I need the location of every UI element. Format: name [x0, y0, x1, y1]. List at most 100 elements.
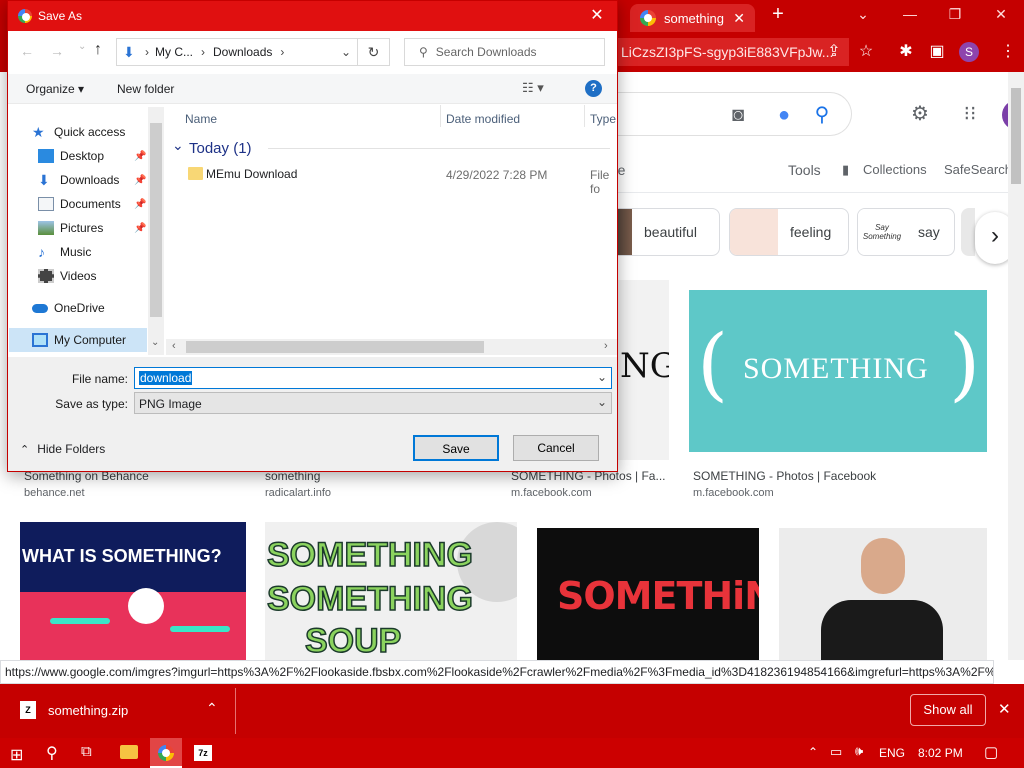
nav-quick-access[interactable]: ★ Quick access — [32, 121, 125, 143]
help-icon[interactable]: ? — [585, 80, 602, 97]
restore-button[interactable]: ❐ — [941, 6, 969, 26]
nav-pictures[interactable]: Pictures — [38, 217, 103, 239]
group-collapse-icon[interactable]: ⌄ — [172, 137, 184, 154]
nav-onedrive[interactable]: OneDrive — [32, 297, 105, 319]
result-image-5[interactable]: WHAT IS SOMETHING? — [20, 522, 246, 662]
tools-link[interactable]: Tools — [788, 162, 821, 178]
omnibox[interactable]: LiCzsZI3pFS-sgyp3iE883VFpJw... — [617, 38, 849, 66]
column-name[interactable]: Name — [185, 109, 217, 129]
collections-link[interactable]: Collections — [863, 162, 927, 177]
column-date-modified[interactable]: Date modified — [446, 109, 520, 129]
search-icon[interactable]: ⚲ — [810, 103, 834, 127]
pin-icon[interactable]: 📌 — [134, 223, 146, 234]
file-list-hscrollbar[interactable]: ‹ › — [166, 339, 617, 355]
group-header[interactable]: Today (1) — [189, 140, 252, 157]
tab-close-icon[interactable]: ✕ — [733, 10, 745, 27]
result-image-7[interactable]: SOMETHiNG — [537, 528, 759, 662]
minimize-button[interactable]: — — [896, 6, 924, 26]
pin-icon[interactable]: 📌 — [134, 199, 146, 210]
show-all-button[interactable]: Show all — [910, 694, 986, 726]
new-folder-button[interactable]: New folder — [117, 82, 174, 96]
tab-something[interactable]: something ✕ — [630, 4, 755, 32]
nav-scrollbar[interactable]: ⌄ — [148, 107, 164, 355]
extensions-icon[interactable]: ✱ — [894, 40, 918, 64]
history-chevron-icon[interactable]: ⌄ — [78, 41, 86, 52]
close-shelf-icon[interactable]: ✕ — [998, 700, 1011, 718]
scroll-right-icon[interactable]: › — [604, 340, 608, 352]
back-arrow-icon[interactable]: ← — [20, 43, 34, 59]
nav-documents[interactable]: Documents — [38, 193, 121, 215]
mic-icon[interactable]: ● — [772, 103, 796, 127]
dialog-close-icon[interactable]: ✕ — [585, 1, 609, 31]
new-tab-button[interactable]: + — [764, 3, 792, 25]
clock[interactable]: 8:02 PM — [918, 746, 963, 760]
column-type[interactable]: Type — [590, 109, 616, 129]
nav-desktop[interactable]: Desktop — [38, 145, 104, 167]
nav-downloads[interactable]: ⬇ Downloads — [38, 169, 119, 191]
result-caption[interactable]: SOMETHING - Photos | Facebook — [693, 469, 876, 483]
file-explorer-icon[interactable] — [120, 745, 138, 759]
result-image-4[interactable]: ( SOMETHING ) — [689, 290, 987, 452]
page-scrollbar-thumb[interactable] — [1011, 88, 1021, 184]
nav-my-computer[interactable]: My Computer — [32, 329, 126, 351]
organize-button[interactable]: Organize ▾ — [26, 82, 84, 96]
refresh-icon[interactable]: ↻ — [358, 38, 390, 66]
chrome-taskbar-item[interactable] — [150, 738, 182, 768]
breadcrumb-downloads[interactable]: Downloads — [213, 45, 272, 59]
7zip-icon[interactable]: 7z — [194, 745, 212, 761]
notifications-icon[interactable]: ▢ — [984, 743, 998, 761]
task-view-icon[interactable]: ⧉ — [81, 743, 92, 760]
scroll-left-icon[interactable]: ‹ — [172, 340, 176, 352]
chip-partial[interactable] — [961, 208, 975, 256]
cancel-button[interactable]: Cancel — [513, 435, 599, 461]
bookmark-star-icon[interactable]: ☆ — [854, 40, 878, 64]
windows-start-icon[interactable]: ⊞ — [10, 745, 23, 765]
file-row[interactable]: MEmu Download 4/29/2022 7:28 PM File fo — [176, 163, 617, 196]
menu-dots-icon[interactable]: ⋮ — [996, 40, 1020, 64]
profile-avatar[interactable]: S — [959, 42, 979, 62]
result-image-6[interactable]: SOMETHING SOMETHING SOUP — [265, 522, 517, 662]
address-dropdown-icon[interactable]: ⌄ — [341, 45, 351, 59]
file-name-input[interactable]: download ⌄ — [134, 367, 612, 389]
tray-chevron-icon[interactable]: ⌃ — [808, 745, 818, 759]
search-box[interactable]: ◙ ● ⚲ — [600, 92, 852, 136]
language-indicator[interactable]: ENG — [879, 746, 905, 760]
close-window-button[interactable]: ✕ — [987, 6, 1015, 26]
nav-scrollbar-thumb[interactable] — [150, 123, 162, 317]
pin-icon[interactable]: 📌 — [134, 151, 146, 162]
result-image-8[interactable] — [779, 528, 987, 662]
chevron-up-icon[interactable]: ⌃ — [206, 700, 218, 717]
chip-say[interactable]: Say Something say — [857, 208, 955, 256]
network-icon[interactable]: ▭ — [830, 744, 842, 760]
camera-icon[interactable]: ◙ — [726, 103, 750, 127]
view-options-icon[interactable]: ☷ ▾ — [522, 80, 544, 96]
hide-folders-toggle[interactable]: ⌃ Hide Folders — [20, 442, 105, 456]
chip-beautiful[interactable]: beautiful — [600, 208, 720, 256]
breadcrumb-my-computer[interactable]: My C... — [155, 45, 193, 59]
share-icon[interactable]: ⇪ — [822, 40, 846, 64]
nav-music[interactable]: ♪ Music — [38, 241, 91, 263]
up-arrow-icon[interactable]: ↑ — [94, 41, 102, 59]
dialog-title-bar[interactable]: Save As — [8, 1, 617, 31]
chip-feeling[interactable]: feeling — [729, 208, 849, 256]
settings-gear-icon[interactable]: ⚙ — [908, 102, 932, 126]
save-button[interactable]: Save — [413, 435, 499, 461]
hscrollbar-thumb[interactable] — [186, 341, 484, 353]
file-name-dropdown-icon[interactable]: ⌄ — [597, 370, 607, 384]
forward-arrow-icon[interactable]: → — [50, 43, 64, 59]
dialog-search-input[interactable]: ⚲ Search Downloads — [404, 38, 605, 66]
save-type-dropdown-icon[interactable]: ⌄ — [597, 395, 607, 409]
apps-grid-icon[interactable]: ⁝⁝ — [958, 102, 982, 126]
tab-search-chevron-icon[interactable]: ⌄ — [849, 6, 877, 26]
page-scrollbar[interactable] — [1008, 72, 1024, 660]
nav-videos[interactable]: Videos — [38, 265, 96, 287]
address-bar[interactable]: ⬇ › My C... › Downloads › ⌄ — [116, 38, 358, 66]
safesearch-link[interactable]: SafeSearch — [944, 162, 1012, 177]
volume-icon[interactable]: 🕪 — [855, 743, 863, 759]
sidepanel-icon[interactable]: ▣ — [925, 40, 949, 64]
download-file-name[interactable]: something.zip — [48, 703, 128, 718]
scroll-down-icon[interactable]: ⌄ — [151, 337, 159, 348]
save-type-select[interactable]: PNG Image ⌄ — [134, 392, 612, 414]
search-icon[interactable]: ⚲ — [46, 743, 58, 763]
pin-icon[interactable]: 📌 — [134, 175, 146, 186]
